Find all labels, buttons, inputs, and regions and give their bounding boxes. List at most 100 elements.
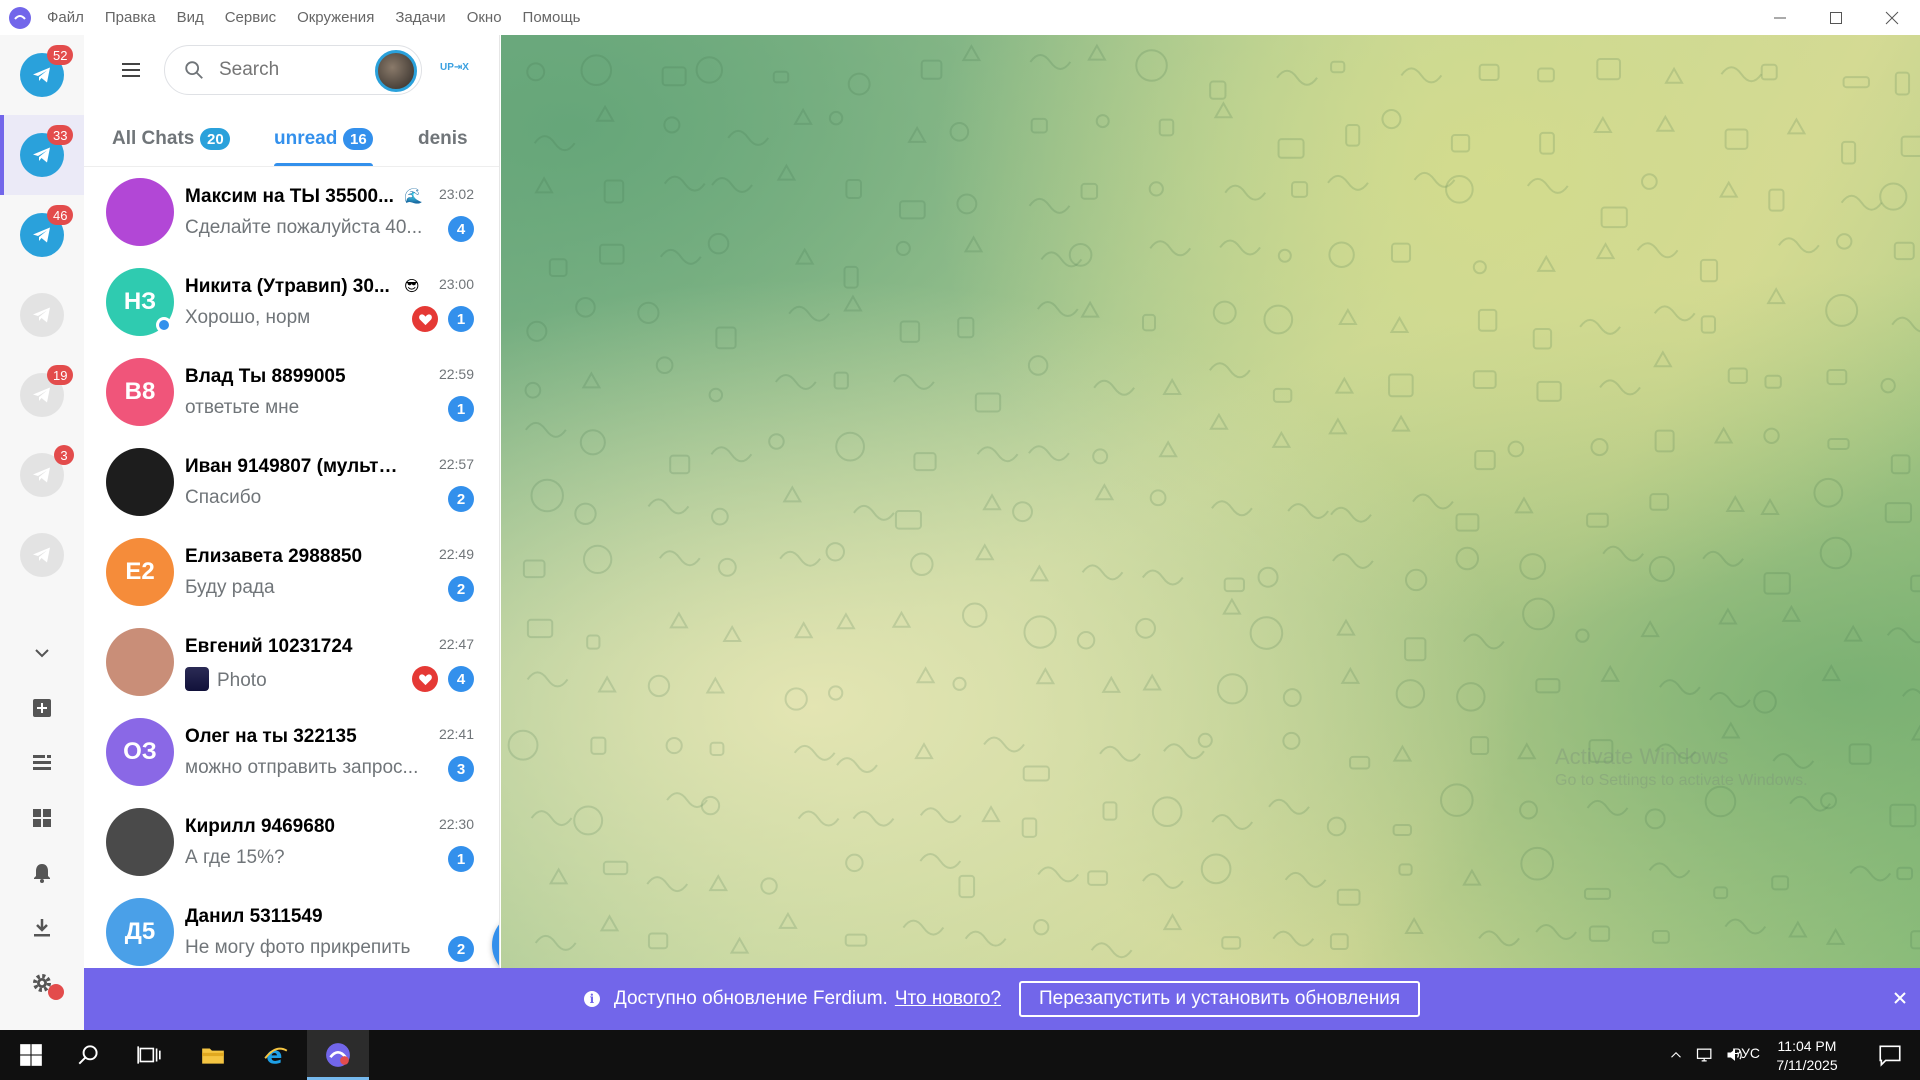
doodle-shape [1148,181,1164,197]
service-telegram-7[interactable] [0,515,84,595]
grid-icon [33,808,51,827]
doodle-shape [1328,241,1355,268]
doodle-shape [1135,617,1156,639]
doodle-shape [957,316,975,339]
doodle-shape [898,200,926,220]
service-telegram-5[interactable]: 19 [0,355,84,435]
telegram-disabled-icon [20,533,64,577]
maximize-button[interactable] [1808,0,1864,35]
ferdium-taskbar-button[interactable] [307,1030,369,1080]
doodle-shape [1400,67,1443,84]
doodle-shape [1579,318,1621,335]
chat-item[interactable]: Кирилл 9469680 22:30 А где 15%? 1 [84,797,499,887]
file-explorer-button[interactable] [182,1030,244,1080]
chat-item[interactable]: Иван 9149807 (мульт 82... 22:57 Спасибо 2 [84,437,499,527]
doodle-shape [1282,688,1302,708]
action-center-button[interactable] [1860,1030,1920,1080]
add-service-button[interactable] [0,680,84,735]
start-button[interactable] [0,1030,62,1080]
doodle-shape [1209,80,1227,100]
menu-services[interactable]: Сервис [225,9,276,26]
close-button[interactable] [1864,0,1920,35]
extension-icon[interactable]: UP⇥X [440,62,469,73]
menu-workspaces[interactable]: Окружения [297,9,374,26]
doodle-shape [1291,181,1309,198]
doodle-shape [1216,673,1248,705]
chat-item[interactable]: Максим на ТЫ 35500... 🌊 23:02 Сделайте пожа… [84,167,499,257]
menu-window[interactable]: Окно [467,9,502,26]
doodle-shape [534,176,554,194]
expand-services-button[interactable] [0,625,84,680]
chat-item[interactable]: НЗ Никита (Утравип) 30... 😎 23:00 Хорошо, но… [84,257,499,347]
chat-item[interactable]: Евгений 10231724 22:47 Photo 4 [84,617,499,707]
service-telegram-4[interactable] [0,275,84,355]
downloads-button[interactable] [0,900,84,955]
add-box-icon [33,698,51,717]
chat-item[interactable]: Д5 Данил 5311549 Не могу фото прикрепить 2 [84,887,499,968]
main-menu-button[interactable] [103,42,159,98]
network-icon[interactable] [1695,1045,1715,1065]
doodle-shape [1507,440,1525,458]
menu-edit[interactable]: Правка [105,9,156,26]
settings-button[interactable] [0,955,84,1010]
language-indicator[interactable]: РУС [1732,1045,1760,1061]
doodle-shape [1163,743,1205,760]
doodle-shape [1472,370,1497,389]
minimize-button[interactable] [1752,0,1808,35]
doodle-shape [1910,930,1920,950]
menu-help[interactable]: Помощь [523,9,581,26]
stories-avatar[interactable] [375,50,417,92]
workspaces-button[interactable] [0,790,84,845]
doodle-shape [1884,502,1913,524]
doodle-shape [1514,496,1534,514]
doodle-shape [1099,745,1141,762]
chat-item[interactable]: Е2 Елизавета 2988850 22:49 Буду рада 2 [84,527,499,617]
clock[interactable]: 11:04 PM 7/11/2025 [1767,1037,1847,1075]
chat-preview: А где 15%? [185,847,285,868]
doodle-shape [1636,242,1679,259]
doodle-shape [1412,493,1454,510]
doodle-shape [1135,49,1168,82]
service-telegram-2[interactable]: 33 [0,115,84,195]
restart-install-button[interactable]: Перезапустить и установить обновления [1019,981,1421,1017]
doodle-shape [1381,109,1402,130]
doodle-shape [1720,66,1763,83]
doodle-shape [1841,140,1857,165]
notifications-button[interactable] [0,845,84,900]
whats-new-link[interactable]: Что нового? [895,988,1001,1010]
search-box[interactable] [164,45,422,95]
service-telegram-1[interactable]: 52 [0,35,84,115]
doodle-shape [1282,731,1301,750]
tab-denis[interactable]: denis [418,128,468,166]
doodle-shape [579,429,606,456]
chat-item[interactable]: ОЗ Олег на ты 322135 22:41 можно отправить … [84,707,499,797]
chat-item[interactable]: В8 Влад Ты 8899005 22:59 ответьте мне 1 [84,347,499,437]
task-view-button[interactable] [118,1030,180,1080]
internet-explorer-button[interactable]: e [245,1030,307,1080]
chevron-up-icon[interactable] [1667,1046,1685,1064]
menu-file[interactable]: Файл [47,9,84,26]
search-taskbar-button[interactable] [58,1030,120,1080]
doodle-shape [958,874,976,899]
doodle-shape [1893,241,1915,261]
close-banner-icon[interactable] [1890,988,1910,1008]
doodle-shape [1517,742,1537,760]
doodle-shape [1910,724,1920,741]
search-input[interactable] [219,59,359,81]
tab-unread[interactable]: unread 16 [274,128,374,166]
bell-icon [34,863,50,883]
doodle-shape [1651,929,1670,944]
menu-todos[interactable]: Задачи [395,9,445,26]
service-telegram-6[interactable]: 3 [0,435,84,515]
menu-view[interactable]: Вид [177,9,204,26]
doodle-shape [599,914,620,932]
service-telegram-3[interactable]: 46 [0,195,84,275]
doodle-shape [1789,795,1831,812]
doodle-shape [663,175,706,192]
tab-label: unread [274,128,338,149]
todos-button[interactable] [0,735,84,790]
doodle-shape [1653,350,1673,368]
doodle-shape [793,107,813,125]
doodle-shape [793,744,836,761]
tab-all-chats[interactable]: All Chats 20 [112,128,231,166]
